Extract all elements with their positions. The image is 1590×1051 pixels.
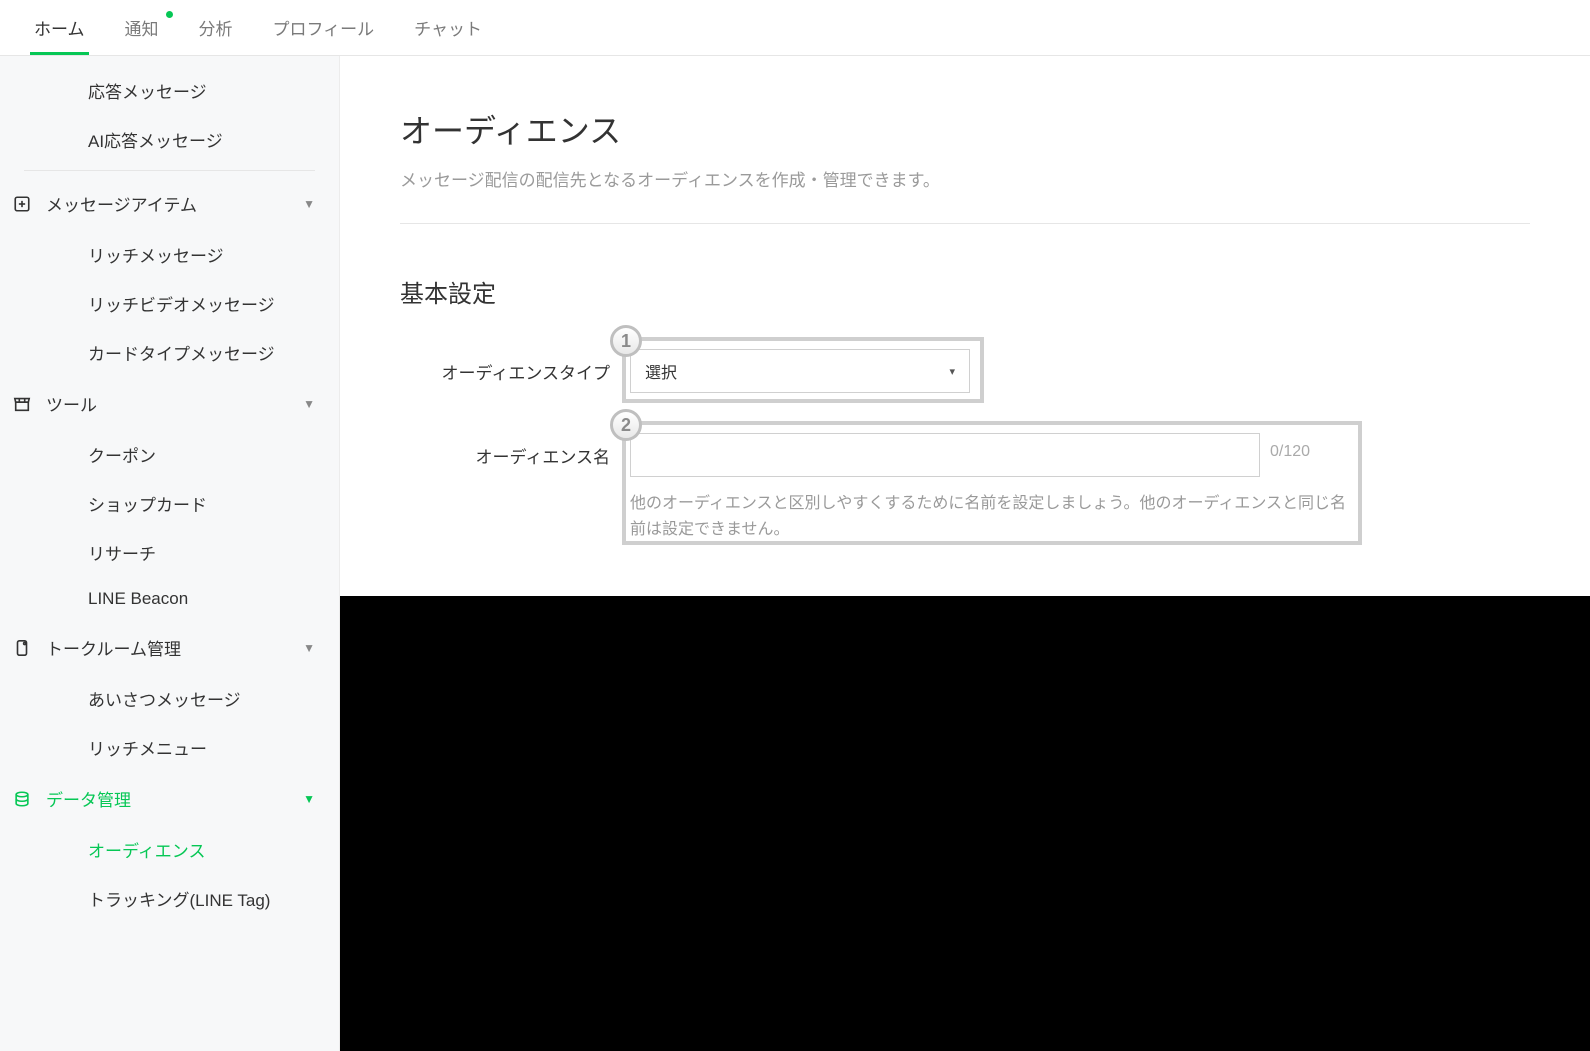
database-icon <box>12 789 32 809</box>
char-counter: 0/120 <box>1270 433 1310 461</box>
annotation-badge-1: 1 <box>610 325 642 357</box>
tab-notifications[interactable]: 通知 <box>121 1 163 54</box>
sidebar-group-message-item[interactable]: メッセージアイテム ▼ <box>0 177 339 230</box>
annotation-badge-2: 2 <box>610 409 642 441</box>
audience-type-select[interactable]: 選択 ▾ <box>630 349 970 393</box>
storefront-icon <box>12 394 32 414</box>
label-audience-name: オーディエンス名 <box>400 433 630 468</box>
sidebar-item-reply-message[interactable]: 応答メッセージ <box>0 66 339 115</box>
chevron-down-icon: ▼ <box>303 792 315 806</box>
sidebar-item-rich-video-message[interactable]: リッチビデオメッセージ <box>0 279 339 328</box>
tab-chat[interactable]: チャット <box>410 1 486 54</box>
divider <box>400 223 1530 224</box>
notification-dot-icon <box>166 11 173 18</box>
chevron-down-icon: ▼ <box>303 197 315 211</box>
chevron-down-icon: ▾ <box>949 365 955 378</box>
sidebar-group-label: メッセージアイテム <box>46 191 197 216</box>
sidebar-item-greeting-message[interactable]: あいさつメッセージ <box>0 674 339 723</box>
sidebar-group-label: ツール <box>46 391 97 416</box>
top-tabs: ホーム 通知 分析 プロフィール チャット <box>0 0 1590 56</box>
chevron-down-icon: ▼ <box>303 641 315 655</box>
tab-analytics[interactable]: 分析 <box>195 1 237 54</box>
form-row-audience-name: オーディエンス名 2 0/120 他のオーディエンスと区別しやすくするために名前… <box>400 433 1530 542</box>
sidebar-item-ai-reply-message[interactable]: AI応答メッセージ <box>0 115 339 164</box>
tab-notifications-label: 通知 <box>125 20 159 39</box>
select-placeholder: 選択 <box>645 359 677 383</box>
tab-profile[interactable]: プロフィール <box>269 1 379 54</box>
label-audience-type: オーディエンスタイプ <box>400 349 630 384</box>
sidebar-item-rich-menu[interactable]: リッチメニュー <box>0 723 339 772</box>
tab-home[interactable]: ホーム <box>30 1 89 54</box>
sidebar-group-talkroom[interactable]: トークルーム管理 ▼ <box>0 621 339 674</box>
sidebar-group-label: データ管理 <box>46 786 131 811</box>
phone-device-icon <box>12 638 32 658</box>
audience-name-help: 他のオーディエンスと区別しやすくするために名前を設定しましょう。他のオーディエン… <box>630 491 1350 542</box>
chevron-down-icon: ▼ <box>303 397 315 411</box>
sidebar-item-coupon[interactable]: クーポン <box>0 430 339 479</box>
audience-name-input-box <box>630 433 1260 477</box>
main-content: オーディエンス メッセージ配信の配信先となるオーディエンスを作成・管理できます。… <box>340 56 1590 596</box>
sidebar-item-shop-card[interactable]: ショップカード <box>0 479 339 528</box>
sidebar-item-line-beacon[interactable]: LINE Beacon <box>0 577 339 621</box>
sidebar: 応答メッセージ AI応答メッセージ メッセージアイテム ▼ リッチメッセージ リ… <box>0 56 340 1051</box>
sidebar-group-label: トークルーム管理 <box>46 635 181 660</box>
page-description: メッセージ配信の配信先となるオーディエンスを作成・管理できます。 <box>400 166 1530 191</box>
form-row-audience-type: オーディエンスタイプ 1 選択 ▾ <box>400 349 1530 393</box>
sidebar-item-card-type-message[interactable]: カードタイプメッセージ <box>0 328 339 377</box>
sidebar-item-rich-message[interactable]: リッチメッセージ <box>0 230 339 279</box>
sidebar-item-tracking[interactable]: トラッキング(LINE Tag) <box>0 874 339 923</box>
divider <box>24 170 315 171</box>
section-title-basic-settings: 基本設定 <box>400 274 1530 309</box>
sidebar-group-tools[interactable]: ツール ▼ <box>0 377 339 430</box>
page-title: オーディエンス <box>400 106 1530 152</box>
obscured-region <box>340 596 1590 1051</box>
sidebar-item-research[interactable]: リサーチ <box>0 528 339 577</box>
sidebar-group-data-management[interactable]: データ管理 ▼ <box>0 772 339 825</box>
plus-square-icon <box>12 194 32 214</box>
audience-name-input[interactable] <box>645 434 1245 476</box>
sidebar-item-audience[interactable]: オーディエンス <box>0 825 339 874</box>
